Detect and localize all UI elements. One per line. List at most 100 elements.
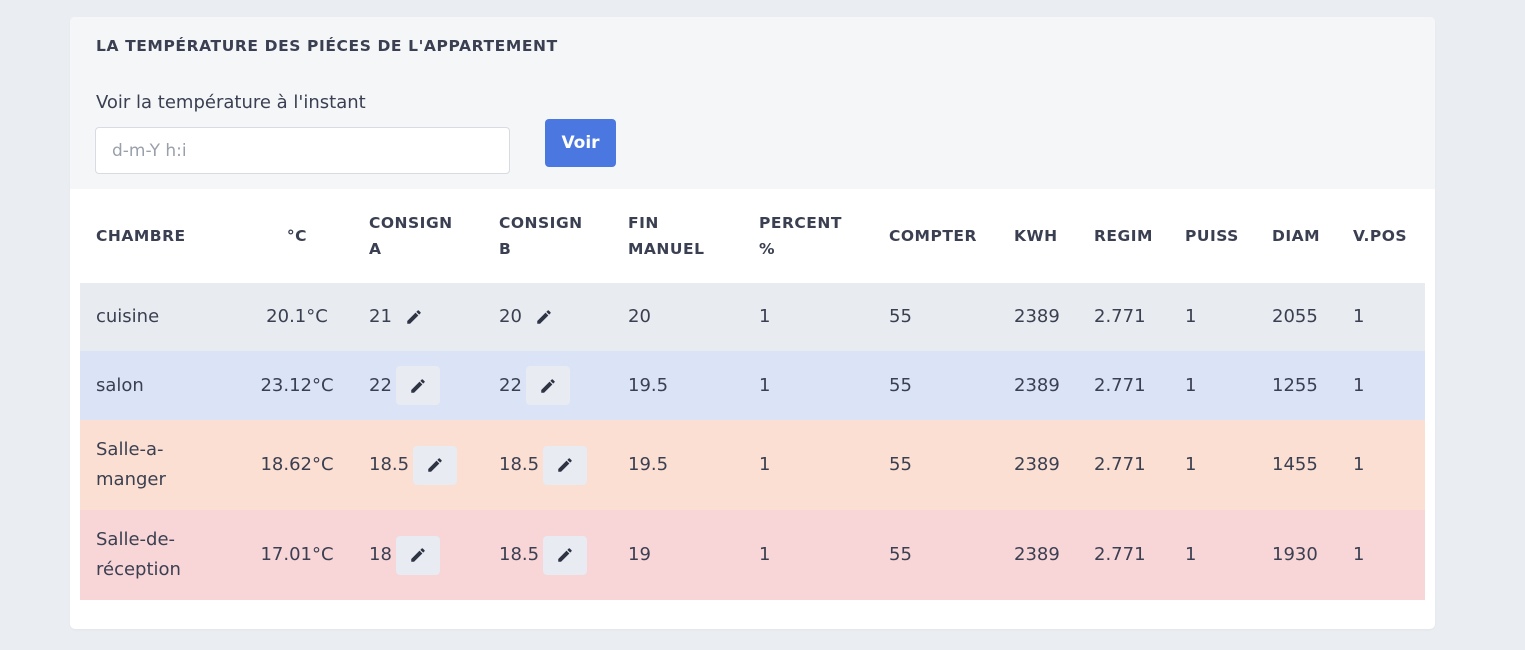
cell-fin-manuel: 19 <box>628 544 651 565</box>
header-puiss: PUISS <box>1185 227 1239 245</box>
cell-consign-b: 18.5 <box>483 420 612 510</box>
cell-puiss: 1 <box>1185 454 1197 475</box>
cell-fin-manuel: 20 <box>628 306 651 327</box>
temperature-card: LA TEMPÉRATURE DES PIÉCES DE L'APPARTEME… <box>70 17 1435 629</box>
table-row: salon 23.12°C 22 22 19.5 1 55 2389 2.771… <box>80 351 1425 420</box>
cell-consign-a: 18.5 <box>353 420 483 510</box>
cell-compter: 55 <box>889 374 912 396</box>
table-row: cuisine 20.1°C 21 20 20 1 55 2389 2.771 … <box>80 283 1425 351</box>
edit-consign-b-button[interactable] <box>525 366 570 405</box>
cell-regim: 2.771 <box>1094 544 1146 565</box>
table-row: Salle-a-manger 18.62°C 18.5 18.5 19.5 1 … <box>80 420 1425 510</box>
consign-a-value: 18.5 <box>369 454 410 475</box>
header-chambre: CHAMBRE <box>96 227 186 245</box>
rooms-table-wrapper: CHAMBRE °C CONSIGN A CONSIGN B FIN MANUE… <box>80 189 1425 600</box>
edit-consign-a-button[interactable] <box>395 366 440 405</box>
header-compter: COMPTER <box>889 227 977 245</box>
header-consign-a: CONSIGN A <box>369 214 453 258</box>
table-row: Salle-de-réception 17.01°C 18 18.5 19 1 … <box>80 510 1425 600</box>
edit-consign-b-button[interactable] <box>543 445 588 485</box>
cell-puiss: 1 <box>1185 374 1197 396</box>
cell-consign-a: 18 <box>353 510 483 600</box>
edit-consign-b-button[interactable] <box>526 298 562 337</box>
header-diam: DIAM <box>1272 227 1321 245</box>
consign-a-value: 18 <box>369 544 392 565</box>
header-vpos: V.POS <box>1353 227 1408 245</box>
cell-kwh: 2389 <box>1014 306 1060 327</box>
cell-percent: 1 <box>759 306 771 327</box>
card-title: LA TEMPÉRATURE DES PIÉCES DE L'APPARTEME… <box>96 37 558 55</box>
voir-button[interactable]: Voir <box>545 119 616 167</box>
cell-compter: 55 <box>889 306 912 327</box>
cell-temperature: 18.62°C <box>260 454 334 475</box>
cell-kwh: 2389 <box>1014 544 1060 565</box>
consign-a-value: 22 <box>369 374 392 396</box>
pencil-icon <box>428 458 442 472</box>
cell-puiss: 1 <box>1185 306 1197 327</box>
cell-chambre: cuisine <box>96 306 160 327</box>
cell-vpos: 1 <box>1353 544 1365 565</box>
cell-kwh: 2389 <box>1014 454 1060 475</box>
edit-consign-a-button[interactable] <box>396 298 432 337</box>
consign-b-value: 18.5 <box>499 544 540 565</box>
consign-a-value: 21 <box>369 306 392 327</box>
pencil-icon <box>558 548 572 562</box>
pencil-icon <box>407 310 421 324</box>
cell-consign-b: 18.5 <box>483 510 612 600</box>
header-regim: REGIM <box>1094 227 1153 245</box>
cell-consign-b: 20 <box>483 283 612 351</box>
pencil-icon <box>541 378 555 393</box>
cell-vpos: 1 <box>1353 374 1365 396</box>
cell-diam: 2055 <box>1272 306 1318 327</box>
card-header: LA TEMPÉRATURE DES PIÉCES DE L'APPARTEME… <box>70 17 1435 76</box>
cell-temperature: 17.01°C <box>260 544 334 565</box>
cell-chambre: salon <box>96 374 144 396</box>
consign-b-value: 18.5 <box>499 454 540 475</box>
filter-form: Voir la température à l'instant Voir <box>70 76 1435 189</box>
pencil-icon <box>537 310 551 324</box>
cell-percent: 1 <box>759 374 771 396</box>
pencil-icon <box>411 378 425 393</box>
consign-b-value: 22 <box>499 374 522 396</box>
cell-regim: 2.771 <box>1094 454 1146 475</box>
cell-fin-manuel: 19.5 <box>628 454 669 475</box>
table-header: CHAMBRE °C CONSIGN A CONSIGN B FIN MANUE… <box>80 189 1425 283</box>
cell-compter: 55 <box>889 454 912 475</box>
edit-consign-a-button[interactable] <box>413 445 458 485</box>
pencil-icon <box>558 458 572 472</box>
pencil-icon <box>411 548 425 562</box>
cell-percent: 1 <box>759 544 771 565</box>
cell-vpos: 1 <box>1353 454 1365 475</box>
cell-fin-manuel: 19.5 <box>628 374 669 396</box>
header-consign-b: CONSIGN B <box>499 214 583 258</box>
cell-puiss: 1 <box>1185 544 1197 565</box>
cell-vpos: 1 <box>1353 306 1365 327</box>
header-kwh: KWH <box>1014 227 1058 245</box>
cell-kwh: 2389 <box>1014 374 1060 396</box>
cell-chambre: Salle-a-manger <box>96 439 166 490</box>
cell-diam: 1255 <box>1272 374 1318 396</box>
cell-consign-a: 21 <box>353 283 483 351</box>
header-fin-manuel: FIN MANUEL <box>628 214 705 258</box>
cell-diam: 1930 <box>1272 544 1318 565</box>
edit-consign-b-button[interactable] <box>543 535 588 575</box>
date-time-input[interactable] <box>95 127 510 174</box>
header-temperature: °C <box>286 227 308 245</box>
edit-consign-a-button[interactable] <box>395 535 440 575</box>
cell-compter: 55 <box>889 544 912 565</box>
consign-b-value: 20 <box>499 306 522 327</box>
cell-regim: 2.771 <box>1094 374 1146 396</box>
rooms-table: CHAMBRE °C CONSIGN A CONSIGN B FIN MANUE… <box>80 189 1425 600</box>
cell-consign-b: 22 <box>483 351 612 420</box>
header-row: CHAMBRE °C CONSIGN A CONSIGN B FIN MANUE… <box>80 189 1425 283</box>
cell-diam: 1455 <box>1272 454 1318 475</box>
date-filter-label: Voir la température à l'instant <box>96 92 366 113</box>
cell-regim: 2.771 <box>1094 306 1146 327</box>
cell-temperature: 20.1°C <box>266 306 328 327</box>
table-body: cuisine 20.1°C 21 20 20 1 55 2389 2.771 … <box>80 283 1425 600</box>
cell-consign-a: 22 <box>353 351 483 420</box>
cell-percent: 1 <box>759 454 771 475</box>
cell-temperature: 23.12°C <box>260 374 334 396</box>
cell-chambre: Salle-de-réception <box>96 529 181 580</box>
header-percent: PERCENT % <box>759 214 842 258</box>
